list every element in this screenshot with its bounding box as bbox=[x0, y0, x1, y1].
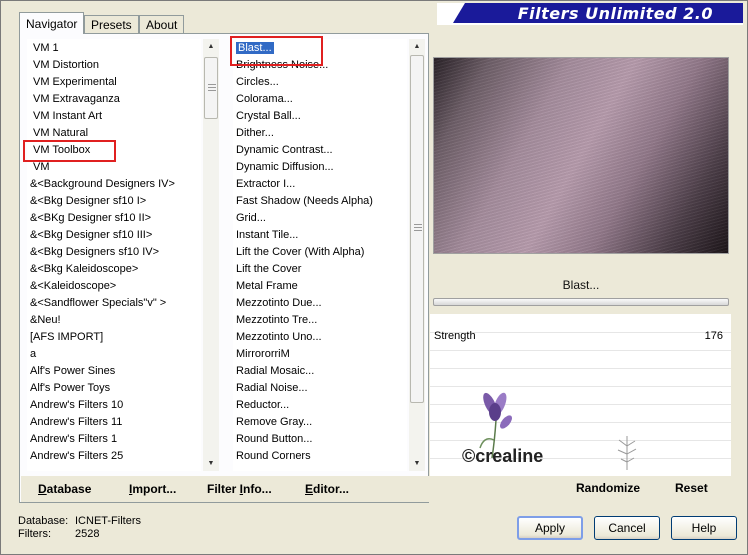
category-list-item[interactable]: Andrew's Filters 25 bbox=[30, 448, 123, 465]
filter-list-item[interactable]: Circles... bbox=[236, 74, 279, 91]
category-list-item[interactable]: a bbox=[30, 346, 36, 363]
filters-unlimited-window: Filters Unlimited 2.0 Navigator Presets … bbox=[0, 0, 748, 555]
filter-list-item[interactable]: Colorama... bbox=[236, 91, 293, 108]
category-list-item[interactable]: [AFS IMPORT] bbox=[30, 329, 103, 346]
category-list-item[interactable]: &<Background Designers IV> bbox=[30, 176, 175, 193]
flower-sketch-icon bbox=[617, 436, 637, 470]
category-list-item[interactable]: &<Bkg Designer sf10 I> bbox=[30, 193, 146, 210]
apply-button[interactable]: Apply bbox=[517, 516, 583, 540]
cancel-button[interactable]: Cancel bbox=[594, 516, 660, 540]
filter-list-item[interactable]: Round Button... bbox=[236, 431, 312, 448]
filter-list-item[interactable]: Grid... bbox=[236, 210, 266, 227]
category-list-item[interactable]: &<Sandflower Specials"v" > bbox=[30, 295, 166, 312]
filter-list-item[interactable]: Instant Tile... bbox=[236, 227, 298, 244]
editor-button[interactable]: Editor... bbox=[305, 482, 349, 496]
category-list-item[interactable]: VM Distortion bbox=[33, 57, 99, 74]
randomize-button[interactable]: Randomize bbox=[576, 481, 640, 495]
highlight-box-category bbox=[23, 140, 116, 162]
preview-slider[interactable] bbox=[433, 298, 729, 306]
filter-list-item[interactable]: Dynamic Diffusion... bbox=[236, 159, 334, 176]
brand-banner: Filters Unlimited 2.0 bbox=[437, 3, 743, 25]
category-list-item[interactable]: &<Bkg Kaleidoscope> bbox=[30, 261, 138, 278]
category-list-item[interactable]: VM Extravaganza bbox=[33, 91, 120, 108]
filters-status: Filters: 2528 bbox=[18, 528, 99, 540]
filter-info-button[interactable]: Filter Info... bbox=[207, 482, 272, 496]
category-scrollbar[interactable]: ▲ ▼ bbox=[203, 39, 219, 471]
category-list-item[interactable]: Alf's Power Sines bbox=[30, 363, 115, 380]
filter-list-item[interactable]: Mezzotinto Due... bbox=[236, 295, 322, 312]
category-list[interactable]: VM 1 VM Distortion VM Experimental VM Extra… bbox=[27, 39, 201, 471]
filter-list-item[interactable]: Lift the Cover bbox=[236, 261, 301, 278]
filters-count: 2528 bbox=[75, 528, 100, 540]
category-list-item[interactable]: &<Bkg Designers sf10 IV> bbox=[30, 244, 159, 261]
filter-list-item[interactable]: Dynamic Contrast... bbox=[236, 142, 333, 159]
brand-title: Filters Unlimited 2.0 bbox=[517, 4, 713, 23]
category-list-item[interactable]: Andrew's Filters 1 bbox=[30, 431, 117, 448]
database-button[interactable]: Database bbox=[38, 482, 91, 496]
filters-label: Filters: bbox=[18, 528, 51, 540]
category-list-item[interactable]: VM 1 bbox=[33, 40, 59, 57]
database-label: Database: bbox=[18, 515, 69, 527]
preview-image bbox=[433, 57, 729, 254]
watermark-text: ©crealine bbox=[462, 446, 544, 466]
database-status: Database: ICNET-Filters bbox=[18, 515, 141, 527]
tab-about[interactable]: About bbox=[139, 15, 185, 34]
filter-list-item[interactable]: Metal Frame bbox=[236, 278, 298, 295]
scroll-thumb[interactable] bbox=[204, 57, 218, 119]
category-list-item[interactable]: Alf's Power Toys bbox=[30, 380, 110, 397]
filter-list-item[interactable]: Remove Gray... bbox=[236, 414, 312, 431]
filter-list-item[interactable]: Mezzotinto Uno... bbox=[236, 329, 322, 346]
filter-name-button[interactable]: Blast... bbox=[433, 273, 729, 297]
help-button[interactable]: Help bbox=[671, 516, 737, 540]
scroll-thumb[interactable] bbox=[410, 55, 424, 403]
filter-list-item[interactable]: Fast Shadow (Needs Alpha) bbox=[236, 193, 373, 210]
filter-list-item[interactable]: Round Corners bbox=[236, 448, 311, 465]
scroll-down-icon[interactable]: ▼ bbox=[203, 456, 219, 471]
filter-list-item[interactable]: Radial Noise... bbox=[236, 380, 308, 397]
filter-list-item[interactable]: Dither... bbox=[236, 125, 274, 142]
category-list-item[interactable]: VM Instant Art bbox=[33, 108, 102, 125]
import-button[interactable]: Import... bbox=[129, 482, 176, 496]
tab-presets[interactable]: Presets bbox=[84, 15, 139, 34]
category-list-item[interactable]: Andrew's Filters 10 bbox=[30, 397, 123, 414]
filter-list-item[interactable]: Mezzotinto Tre... bbox=[236, 312, 317, 329]
filter-list-item[interactable]: Lift the Cover (With Alpha) bbox=[236, 244, 364, 261]
filter-list-item[interactable]: Reductor... bbox=[236, 397, 289, 414]
category-list-item[interactable]: Andrew's Filters 11 bbox=[30, 414, 122, 431]
category-list-item[interactable]: &<Bkg Designer sf10 III> bbox=[30, 227, 152, 244]
filter-list-item[interactable]: Crystal Ball... bbox=[236, 108, 301, 125]
filter-scrollbar[interactable]: ▲ ▼ bbox=[409, 39, 425, 471]
highlight-box-filter bbox=[230, 36, 323, 66]
filter-list-item[interactable]: Extractor I... bbox=[236, 176, 295, 193]
filter-list-item[interactable]: MirrororriM bbox=[236, 346, 290, 363]
parameter-area: Strength 176 ©crealine bbox=[430, 314, 731, 476]
scroll-up-icon[interactable]: ▲ bbox=[409, 39, 425, 54]
filter-list-item[interactable]: Radial Mosaic... bbox=[236, 363, 314, 380]
filter-list[interactable]: Blast... Brightness Noise... Circles... Col… bbox=[233, 39, 407, 471]
scroll-down-icon[interactable]: ▼ bbox=[409, 456, 425, 471]
tab-navigator[interactable]: Navigator bbox=[19, 12, 85, 34]
database-value: ICNET-Filters bbox=[75, 515, 141, 527]
strength-label: Strength bbox=[434, 330, 476, 342]
category-list-item[interactable]: &<BKg Designer sf10 II> bbox=[30, 210, 151, 227]
category-list-item[interactable]: &<Kaleidoscope> bbox=[30, 278, 116, 295]
scroll-up-icon[interactable]: ▲ bbox=[203, 39, 219, 54]
reset-button[interactable]: Reset bbox=[675, 481, 708, 495]
navigator-button-bar: Database Import... Filter Info... Editor… bbox=[21, 476, 429, 502]
strength-value[interactable]: 176 bbox=[705, 330, 723, 342]
preview-panel: Blast... Strength 176 ©crealine Randomiz… bbox=[430, 51, 737, 503]
category-list-item[interactable]: &Neu! bbox=[30, 312, 61, 329]
category-list-item[interactable]: VM Experimental bbox=[33, 74, 117, 91]
